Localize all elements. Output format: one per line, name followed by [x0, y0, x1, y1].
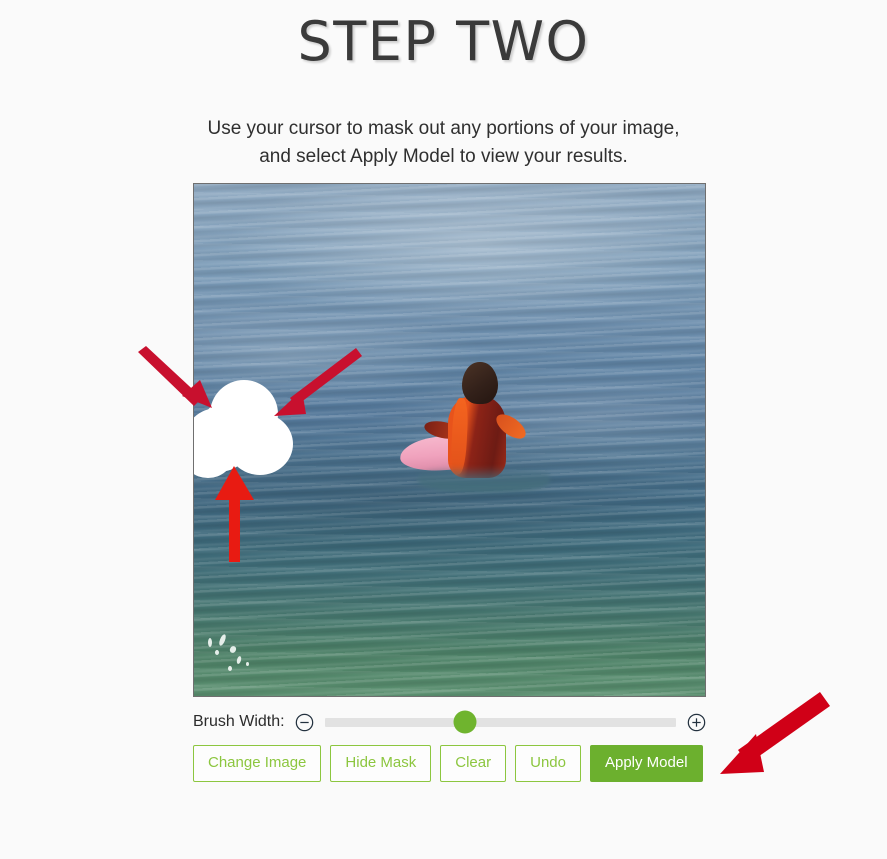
brush-width-slider[interactable] — [324, 710, 676, 734]
instructions-text: Use your cursor to mask out any portions… — [0, 71, 887, 170]
minus-circle-icon[interactable] — [295, 713, 314, 732]
brush-width-slider-thumb[interactable] — [453, 710, 477, 734]
arrow-to-apply-model — [720, 692, 830, 774]
apply-model-button[interactable]: Apply Model — [589, 745, 703, 782]
image-editor: Brush Width: Change Image Hide Mask Clear U… — [193, 183, 706, 782]
painted-mask-region — [194, 380, 293, 478]
change-image-button[interactable]: Change Image — [193, 745, 322, 782]
surfer-figure — [398, 362, 560, 498]
plus-circle-icon[interactable] — [687, 713, 706, 732]
mask-editing-canvas[interactable] — [193, 183, 706, 697]
instruction-line-1: Use your cursor to mask out any portions… — [207, 118, 680, 140]
brush-width-control: Brush Width: — [193, 708, 706, 736]
surfer-waterline — [418, 466, 550, 492]
page-title: STEP TWO — [297, 10, 590, 73]
hide-mask-button[interactable]: Hide Mask — [330, 745, 432, 782]
editor-button-row: Change Image Hide Mask Clear Undo Apply Mode… — [193, 745, 706, 782]
brush-width-label: Brush Width: — [193, 713, 285, 730]
sea-foam-specks — [204, 632, 274, 678]
instruction-line-2: and select Apply Model to view your resu… — [259, 145, 628, 167]
surfer-head — [462, 362, 498, 404]
clear-button[interactable]: Clear — [440, 745, 507, 782]
undo-button[interactable]: Undo — [515, 745, 581, 782]
